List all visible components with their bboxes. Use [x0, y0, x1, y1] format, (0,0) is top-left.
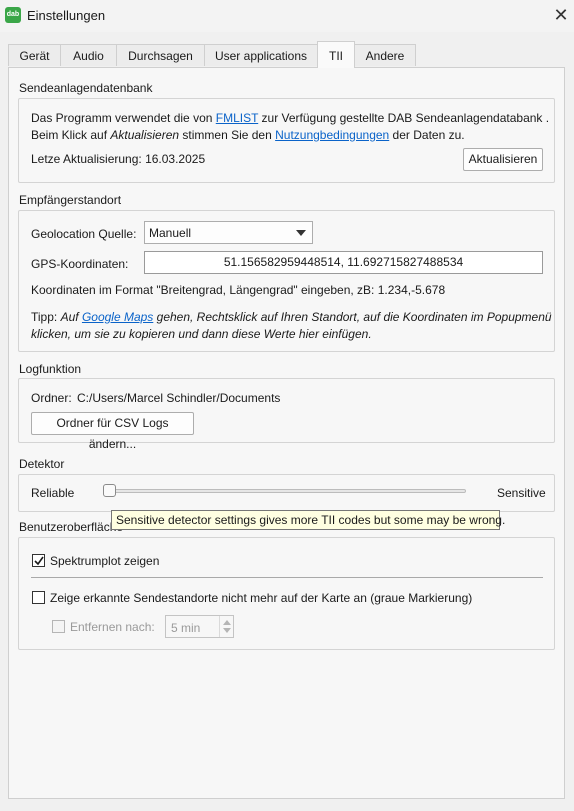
remove-after-checkbox[interactable] — [52, 620, 65, 633]
spin-buttons — [219, 616, 234, 637]
gps-label: GPS-Koordinaten: — [31, 257, 129, 271]
tip-text-italic: Auf — [60, 310, 82, 324]
folder-path: C:/Users/Marcel Schindler/Documents — [77, 391, 281, 405]
tip-text-italic: gehen, Rechtsklick auf Ihren Standort, a… — [153, 310, 552, 324]
spin-down-icon[interactable] — [223, 628, 231, 633]
geolocation-source-label: Geolocation Quelle: — [31, 227, 137, 241]
close-icon[interactable]: ✕ — [550, 4, 572, 26]
database-text-italic: Aktualisieren — [110, 128, 180, 142]
remove-after-value: 5 min — [171, 621, 201, 635]
coordinate-format-hint: Koordinaten im Format "Breitengrad, Läng… — [31, 283, 446, 297]
location-section-title: Empfängerstandort — [19, 193, 122, 207]
database-description-line2: Beim Klick auf Aktualisieren stimmen Sie… — [31, 128, 465, 142]
fmlist-link[interactable]: FMLIST — [216, 111, 258, 125]
tab-durchsagen[interactable]: Durchsagen — [116, 44, 205, 66]
chevron-down-icon — [296, 230, 306, 236]
spectrum-label: Spektrumplot zeigen — [50, 554, 160, 568]
database-description-line1: Das Programm verwendet die von FMLIST zu… — [31, 111, 549, 125]
detector-section-title: Detektor — [19, 457, 65, 471]
spectrum-checkbox[interactable] — [32, 554, 45, 567]
change-log-folder-button[interactable]: Ordner für CSV Logs ändern... — [31, 412, 194, 451]
database-text: der Daten zu. — [389, 128, 465, 142]
database-text: stimmen Sie den — [179, 128, 276, 142]
spin-up-icon[interactable] — [223, 620, 231, 625]
tab-tii[interactable]: TII — [317, 41, 355, 68]
tip-text: Tipp: — [31, 310, 61, 324]
log-section-title: Logfunktion — [19, 362, 82, 376]
detector-slider-handle[interactable] — [103, 484, 116, 497]
ui-section-title: Benutzeroberfläche — [19, 520, 124, 534]
database-text: Beim Klick auf — [31, 128, 111, 142]
remove-after-spinbox[interactable]: 5 min — [165, 615, 234, 638]
folder-label: Ordner: — [31, 391, 72, 405]
window-title: Einstellungen — [27, 8, 106, 23]
terms-link[interactable]: Nutzungbedingungen — [275, 128, 389, 142]
database-section-title: Sendeanlagendatenbank — [19, 81, 153, 95]
hide-markers-checkbox[interactable] — [32, 591, 45, 604]
tip-line2: klicken, um sie zu kopieren und dann die… — [31, 327, 372, 341]
update-button[interactable]: Aktualisieren — [463, 148, 543, 171]
tab-geraet[interactable]: Gerät — [8, 44, 61, 66]
checkmark-icon — [34, 556, 44, 566]
tab-andere[interactable]: Andere — [354, 44, 416, 66]
geolocation-source-select[interactable]: Manuell — [144, 221, 313, 244]
hide-markers-label: Zeige erkannte Sendestandorte nicht mehr… — [50, 591, 473, 605]
gps-coordinates-input[interactable]: 51.156582959448514, 11.692715827488534 — [144, 251, 543, 274]
detector-group — [18, 474, 555, 512]
detector-tooltip: Sensitive detector settings gives more T… — [111, 510, 505, 530]
tip-line1: Tipp: Auf Google Maps gehen, Rechtsklick… — [31, 310, 552, 324]
detector-slider-track[interactable] — [103, 489, 466, 493]
google-maps-link[interactable]: Google Maps — [82, 310, 153, 324]
tab-user-applications[interactable]: User applications — [204, 44, 318, 66]
tab-audio[interactable]: Audio — [60, 44, 117, 66]
database-text: zur Verfügung gestellte DAB Sendeanlagen… — [258, 111, 550, 125]
geolocation-source-value: Manuell — [149, 226, 192, 240]
last-update-label: Letze Aktualisierung: 16.03.2025 — [31, 152, 206, 166]
remove-after-label: Entfernen nach: — [70, 620, 155, 634]
database-text: Das Programm verwendet die von — [31, 111, 216, 125]
divider — [31, 577, 543, 578]
app-icon: dab — [5, 7, 21, 23]
slider-right-label: Sensitive — [497, 486, 546, 500]
slider-left-label: Reliable — [31, 486, 75, 500]
